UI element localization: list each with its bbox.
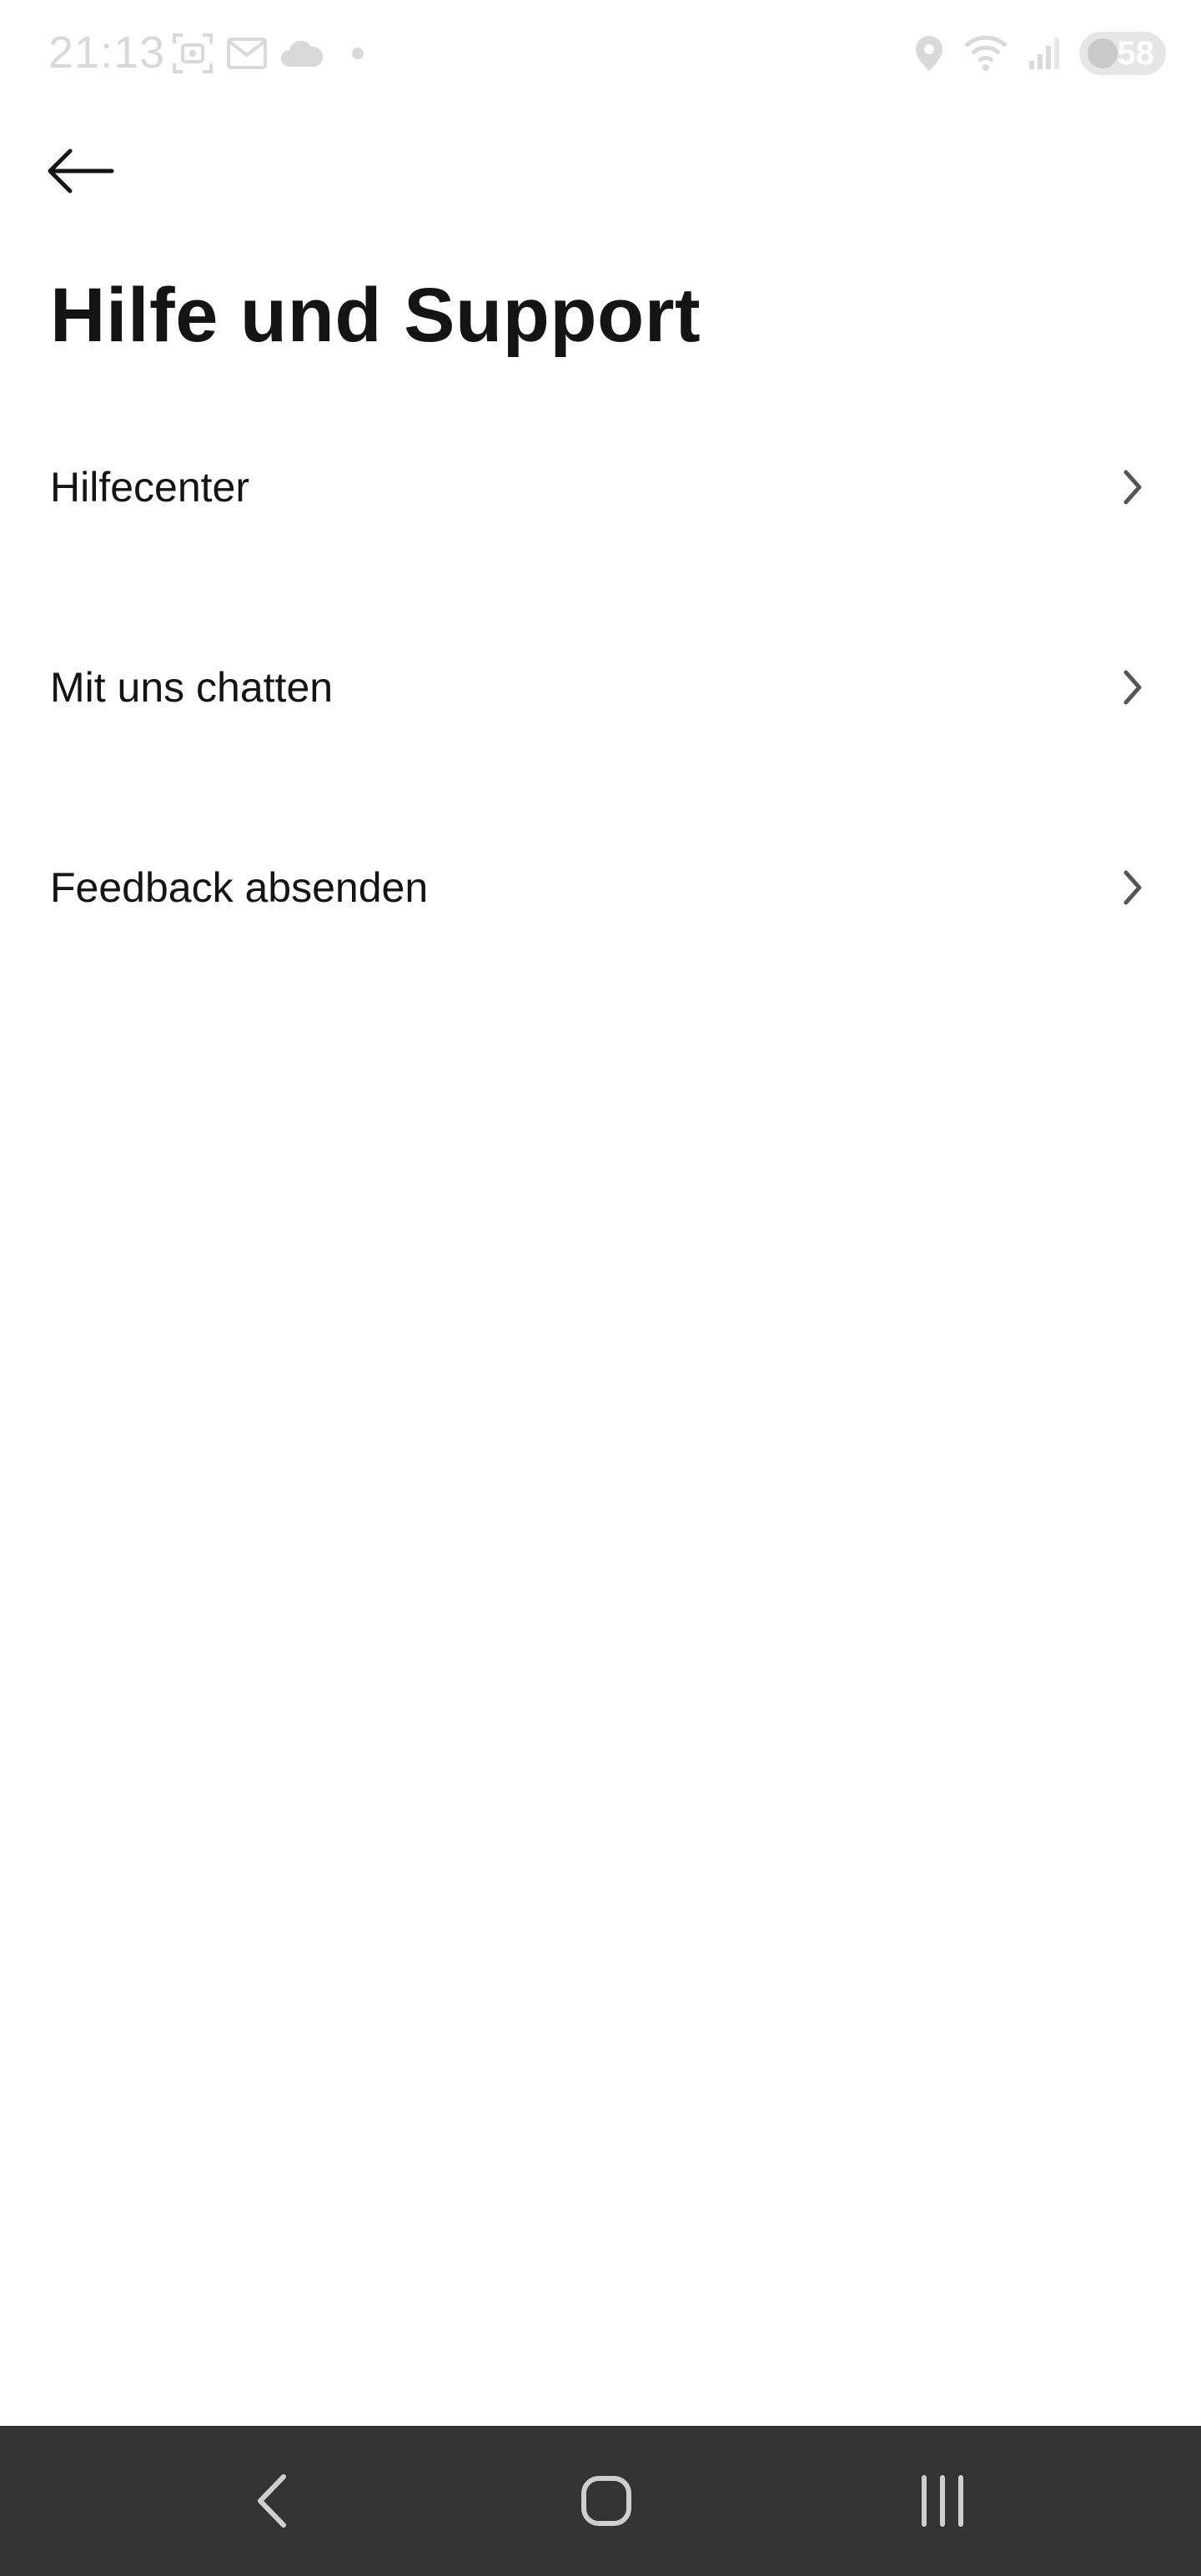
menu-item-send-feedback[interactable]: Feedback absenden (0, 787, 1201, 988)
chevron-right-icon (1123, 670, 1142, 705)
nav-back-icon (258, 2474, 286, 2528)
menu-item-label: Mit uns chatten (50, 664, 334, 711)
menu-item-label: Hilfecenter (50, 464, 249, 511)
location-icon (916, 36, 942, 71)
system-navigation-bar (0, 2426, 1201, 2576)
arrow-left-icon (48, 148, 114, 194)
chevron-right-icon (1123, 470, 1142, 505)
nav-recent-apps-icon (922, 2475, 963, 2527)
menu-item-label: Feedback absenden (50, 864, 429, 911)
chevron-right-icon (1123, 870, 1142, 905)
nav-home-button[interactable] (506, 2426, 706, 2576)
nav-back-button[interactable] (172, 2426, 372, 2576)
battery-level: 58 (1117, 34, 1155, 72)
screenshot-icon (173, 33, 213, 73)
mail-icon (227, 38, 267, 69)
back-button[interactable] (43, 133, 135, 209)
signal-icon (1029, 38, 1059, 69)
menu-item-chat-with-us[interactable]: Mit uns chatten (0, 587, 1201, 787)
page-title: Hilfe und Support (50, 273, 701, 358)
status-notification-icons (171, 30, 369, 77)
status-bar: 21:13 58 (0, 0, 1201, 108)
nav-home-icon (581, 2476, 631, 2526)
battery-saver-icon (1088, 38, 1118, 68)
battery-icon: 58 (1079, 32, 1166, 75)
status-system-icons: 58 (914, 28, 1166, 78)
dot-icon (352, 48, 364, 59)
nav-recent-apps-button[interactable] (842, 2426, 1043, 2576)
cloud-icon (281, 40, 324, 67)
wifi-icon (964, 35, 1008, 71)
menu-item-help-center[interactable]: Hilfecenter (0, 387, 1201, 587)
support-menu-list: Hilfecenter Mit uns chatten Feedback abs… (0, 387, 1201, 988)
status-time: 21:13 (48, 28, 166, 78)
